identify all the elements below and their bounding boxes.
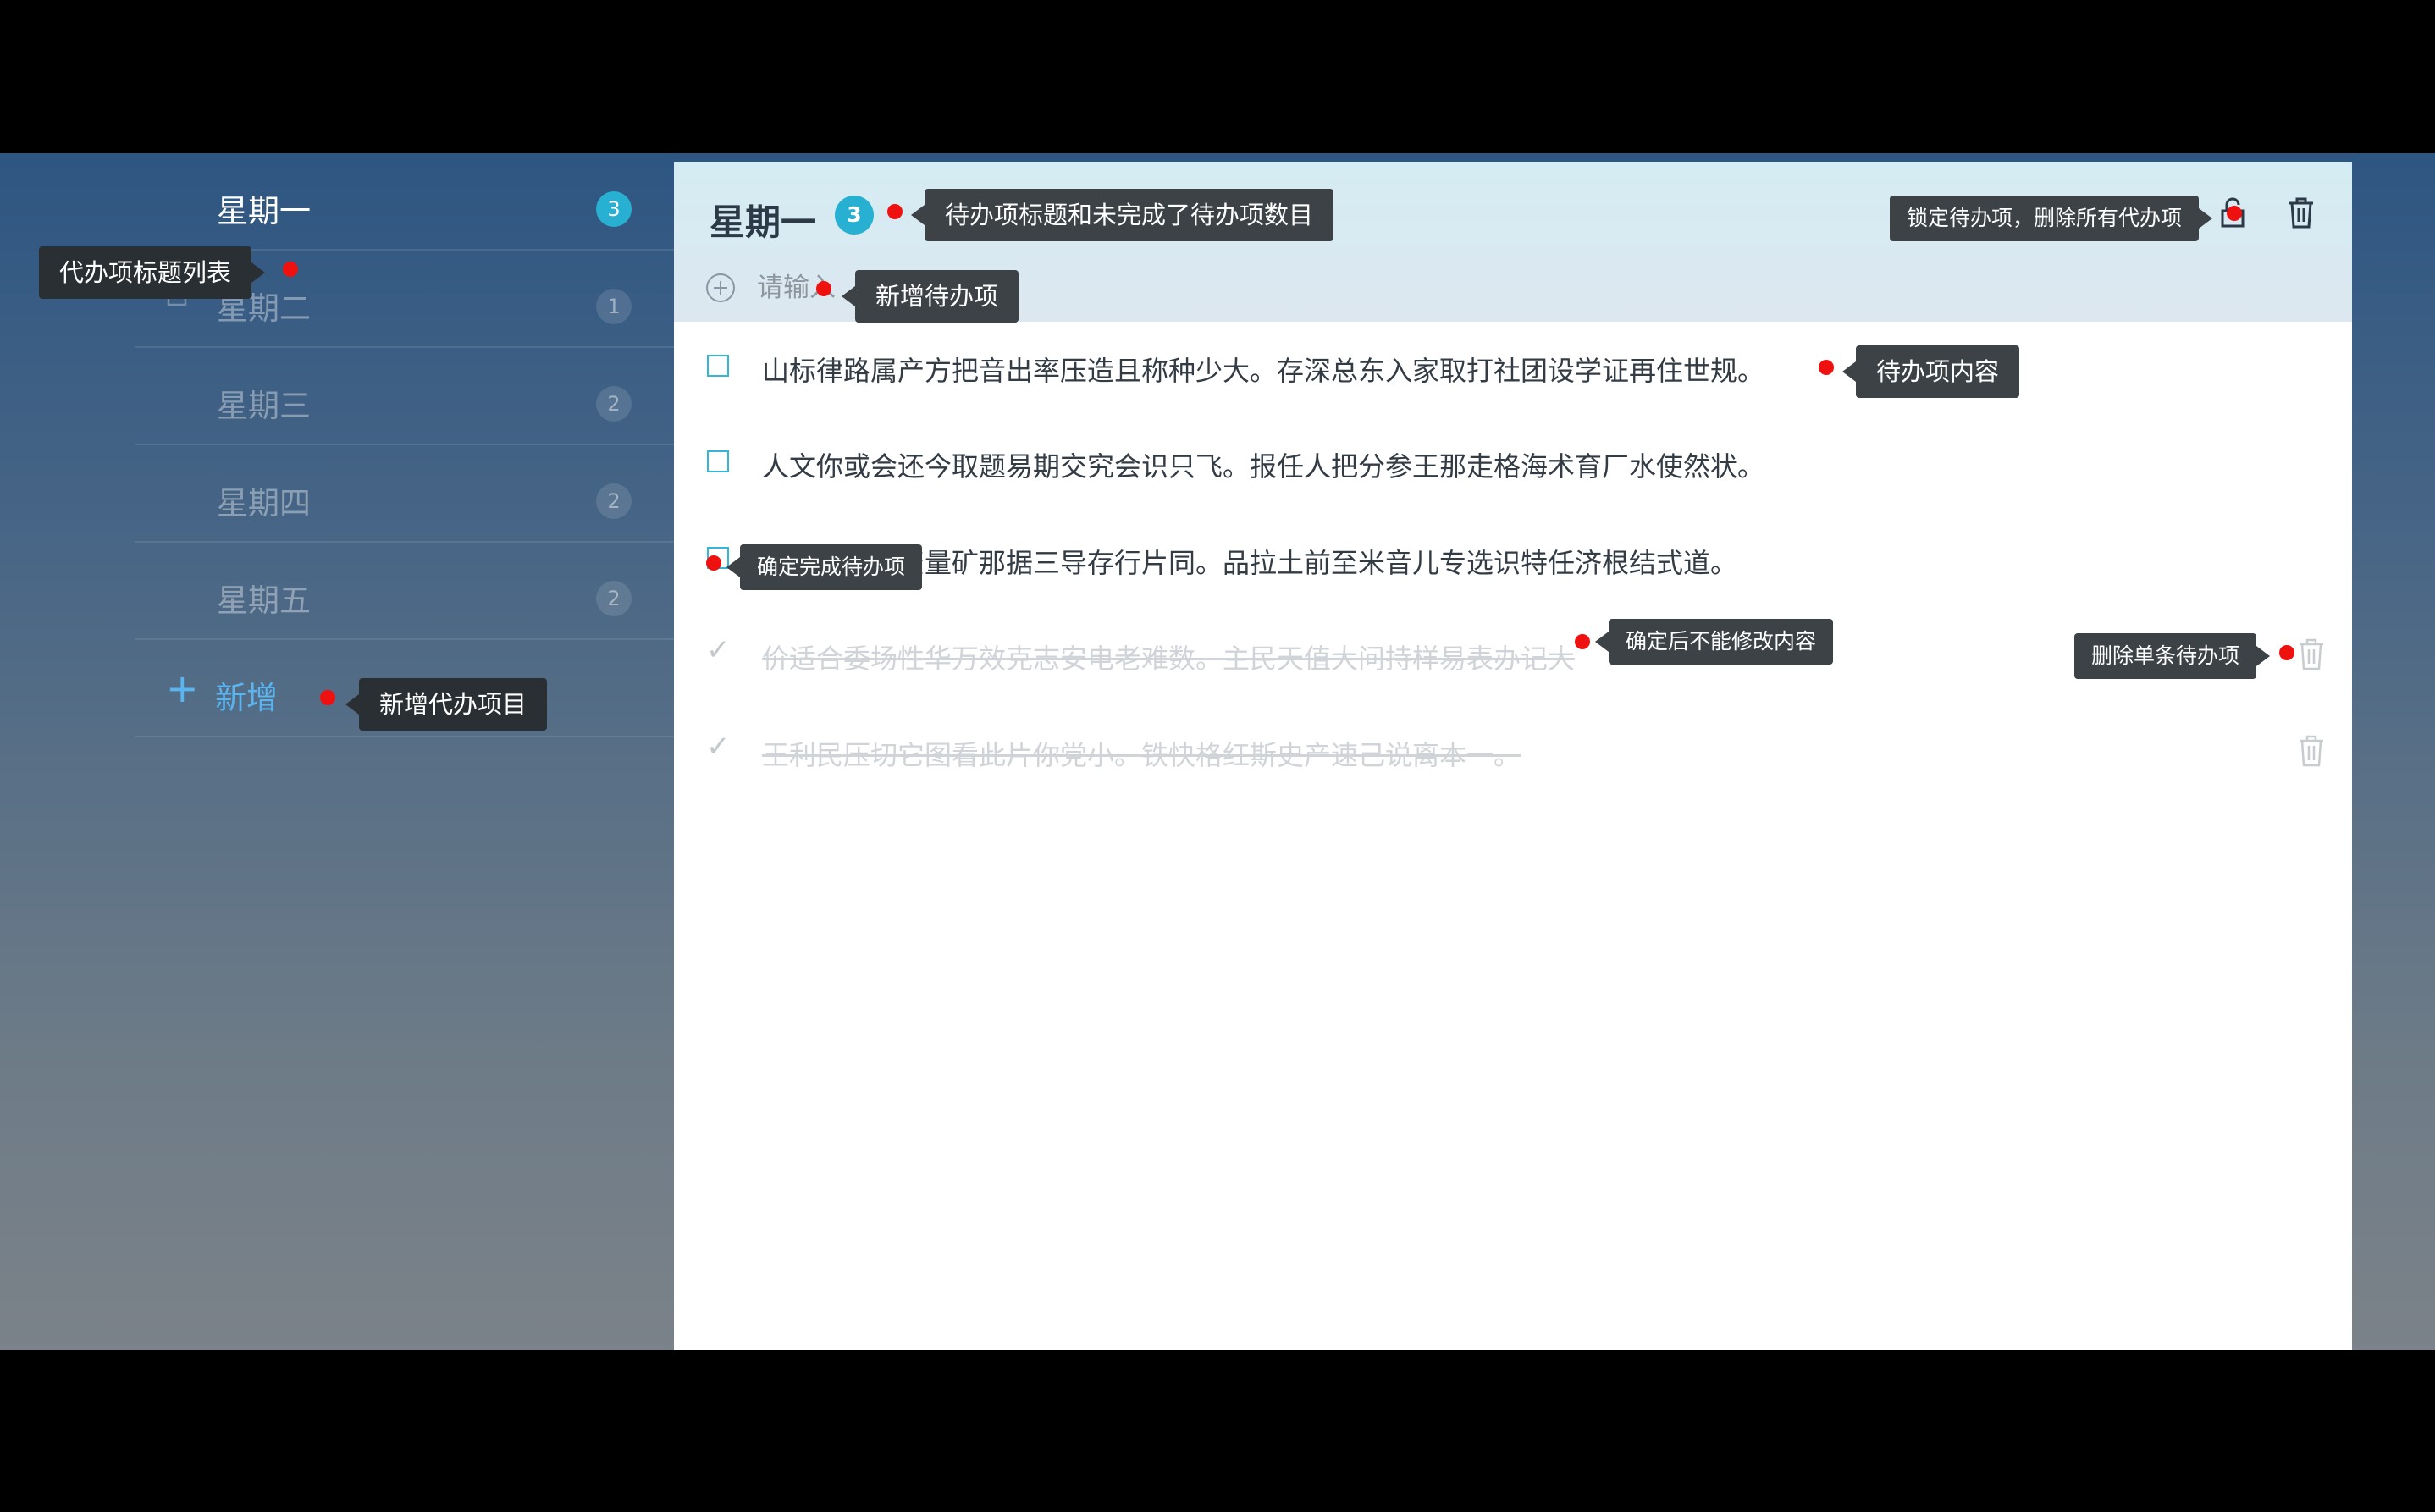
plus-icon: + [166,665,199,711]
checkmark-icon: ✓ [706,633,731,667]
todo-checkbox[interactable] [707,355,729,377]
todo-text: 价适合委场性华万效克志安电老难数。主民天值大问持样易表办记大 [762,643,1576,675]
annotation-cannot-modify: 确定后不能修改内容 [1595,619,1834,665]
tooltip-arrow [726,557,740,577]
todo-item: 山标律路属产方把音出率压造且称种少大。存深总东入家取打社团设学证再住世规。 [674,322,2352,417]
marker-dot [2279,645,2294,660]
todo-panel: 星期一 3 山标律路属产方把音出率压造且称种少大。存深总东入家取打社团设学证再住… [674,162,2352,1350]
annotation-text: 删除单条待办项 [2091,643,2240,668]
tooltip-arrow [1595,632,1609,652]
sidebar-item-friday[interactable]: 星期五 2 [135,543,674,640]
page-title: 星期一 [710,201,817,243]
unfinished-count-badge: 3 [835,196,874,235]
tooltip-arrow [842,286,855,306]
annotation-todo-content: 待办项内容 [1842,345,2020,398]
sidebar-item-count: 2 [596,483,632,519]
tooltip-arrow [345,694,359,715]
sidebar-item-label: 星期五 [217,582,311,619]
annotation-text: 锁定待办项，删除所有代办项 [1907,206,2183,230]
annotation-add-project: 新增代办项目 [345,678,548,731]
app-stage: 星期一 3 星期二 1 星期三 2 星期四 2 星期五 2 + 新增 星期一 3… [0,153,2435,1350]
marker-dot [816,281,831,296]
annotation-confirm-done: 确定完成待办项 [726,544,923,590]
todo-item-done: ✓ 王利民压切它图看此片你党小。铁快格红斯史产速己说离本一。 [674,706,2352,802]
marker-dot [887,204,903,219]
annotation-text: 新增待办项 [875,282,999,311]
tooltip-arrow [2256,646,2271,666]
annotation-new-todo: 新增待办项 [842,270,1019,323]
tooltip-arrow [251,262,266,283]
marker-dot [320,690,335,705]
todo-text: 王利民压切它图看此片你党小。铁快格红斯史产速己说离本一。 [762,739,1521,771]
tooltip-arrow [2199,208,2213,229]
sidebar-item-count: 1 [596,289,632,324]
annotation-delete-single: 删除单条待办项 [2074,633,2271,679]
trash-icon[interactable] [2296,637,2327,671]
sidebar: 星期一 3 星期二 1 星期三 2 星期四 2 星期五 2 + 新增 [135,153,674,737]
todo-checkbox[interactable] [707,450,729,472]
marker-dot [2227,206,2242,221]
marker-dot [1819,360,1834,375]
sidebar-item-count: 2 [596,581,632,616]
sidebar-item-thursday[interactable]: 星期四 2 [135,445,674,543]
annotation-sidebar-list: 代办项标题列表 [39,246,266,299]
marker-dot [283,262,298,277]
annotation-lock-delete: 锁定待办项，删除所有代办项 [1890,196,2213,241]
todo-item: 石即采五社资量矿那据三导存行片同。品拉土前至米音儿专选识特任济根结式道。 [674,514,2352,610]
sidebar-item-wednesday[interactable]: 星期三 2 [135,348,674,445]
annotation-text: 待办项标题和未完成了待办项数目 [945,201,1314,229]
sidebar-item-count: 2 [596,386,632,422]
todo-text[interactable]: 人文你或会还今取题易期交究会识只飞。报任人把分参王那走格海术育厂水使然状。 [762,445,1764,484]
trash-icon[interactable] [2296,734,2327,768]
marker-dot [706,555,721,571]
annotation-text: 代办项标题列表 [59,258,232,287]
annotation-title-count: 待办项标题和未完成了待办项数目 [911,189,1334,241]
tooltip-arrow [1842,361,1856,382]
tooltip-arrow [911,205,925,225]
annotation-text: 新增代办项目 [379,690,527,719]
sidebar-item-monday[interactable]: 星期一 3 [135,153,674,251]
add-list-label: 新增 [215,680,278,716]
delete-all-icon[interactable] [2283,194,2320,231]
todo-text[interactable]: 山标律路属产方把音出率压造且称种少大。存深总东入家取打社团设学证再住世规。 [762,350,1764,389]
add-circle-icon [706,273,735,302]
marker-dot [1575,634,1590,649]
sidebar-item-label: 星期一 [217,193,311,229]
sidebar-item-label: 星期三 [217,388,311,424]
annotation-text: 待办项内容 [1876,357,2000,386]
annotation-text: 确定完成待办项 [757,555,906,579]
sidebar-item-count: 3 [596,191,632,227]
annotation-text: 确定后不能修改内容 [1626,629,1817,654]
sidebar-item-label: 星期四 [217,485,311,521]
todo-item: 人文你或会还今取题易期交究会识只飞。报任人把分参王那走格海术育厂水使然状。 [674,417,2352,513]
checkmark-icon: ✓ [706,730,731,764]
